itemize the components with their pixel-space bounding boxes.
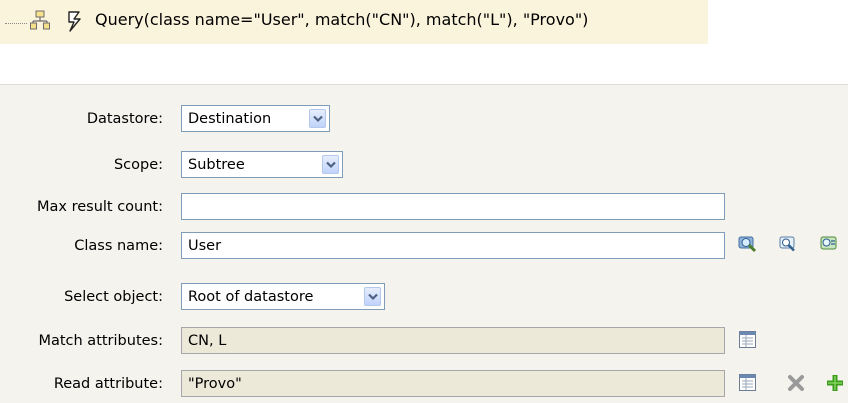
- chevron-down-icon: [368, 293, 378, 301]
- expression-tree-row[interactable]: Query(class name="User", match("CN"), ma…: [0, 0, 708, 44]
- tree-connector-line: [5, 23, 27, 24]
- match-attributes-value: CN, L: [188, 333, 227, 349]
- scope-label: Scope:: [113, 157, 163, 173]
- chevron-down-icon: [313, 115, 323, 123]
- query-expression-text[interactable]: Query(class name="User", match("CN"), ma…: [95, 10, 588, 29]
- add-icon[interactable]: [824, 372, 846, 394]
- edit-list-icon[interactable]: [737, 372, 759, 394]
- token-lightning-icon: [68, 11, 81, 32]
- browse-object-icon[interactable]: [777, 233, 799, 255]
- scope-value: Subtree: [188, 157, 245, 173]
- max-result-count-field[interactable]: [181, 193, 725, 220]
- query-form-panel: Datastore: Destination Scope: Subtree Ma…: [0, 84, 848, 403]
- delete-icon[interactable]: [786, 373, 806, 393]
- datastore-select[interactable]: Destination: [181, 105, 330, 132]
- class-name-label: Class name:: [74, 238, 163, 254]
- browse-list-icon[interactable]: [818, 233, 840, 255]
- class-name-value: User: [188, 238, 222, 254]
- read-attribute-label: Read attribute:: [53, 376, 163, 392]
- scope-dropdown-button[interactable]: [322, 155, 339, 174]
- read-attribute-value: "Provo": [188, 376, 242, 392]
- chevron-down-icon: [326, 161, 336, 169]
- select-object-label: Select object:: [64, 289, 163, 305]
- match-attributes-label: Match attributes:: [38, 333, 163, 349]
- tree-node-icon: [30, 10, 50, 30]
- datastore-dropdown-button[interactable]: [309, 109, 326, 128]
- datastore-label: Datastore:: [86, 111, 163, 127]
- max-result-count-label: Max result count:: [36, 199, 163, 215]
- select-object-dropdown-button[interactable]: [364, 287, 381, 306]
- datastore-value: Destination: [188, 111, 272, 127]
- edit-list-icon[interactable]: [737, 329, 759, 351]
- read-attribute-field[interactable]: "Provo": [181, 370, 725, 397]
- scope-select[interactable]: Subtree: [181, 151, 343, 178]
- select-object-value: Root of datastore: [188, 289, 314, 305]
- browse-schema-icon[interactable]: [737, 233, 759, 255]
- select-object-select[interactable]: Root of datastore: [181, 283, 385, 310]
- class-name-field[interactable]: User: [181, 232, 725, 259]
- match-attributes-field[interactable]: CN, L: [181, 327, 725, 354]
